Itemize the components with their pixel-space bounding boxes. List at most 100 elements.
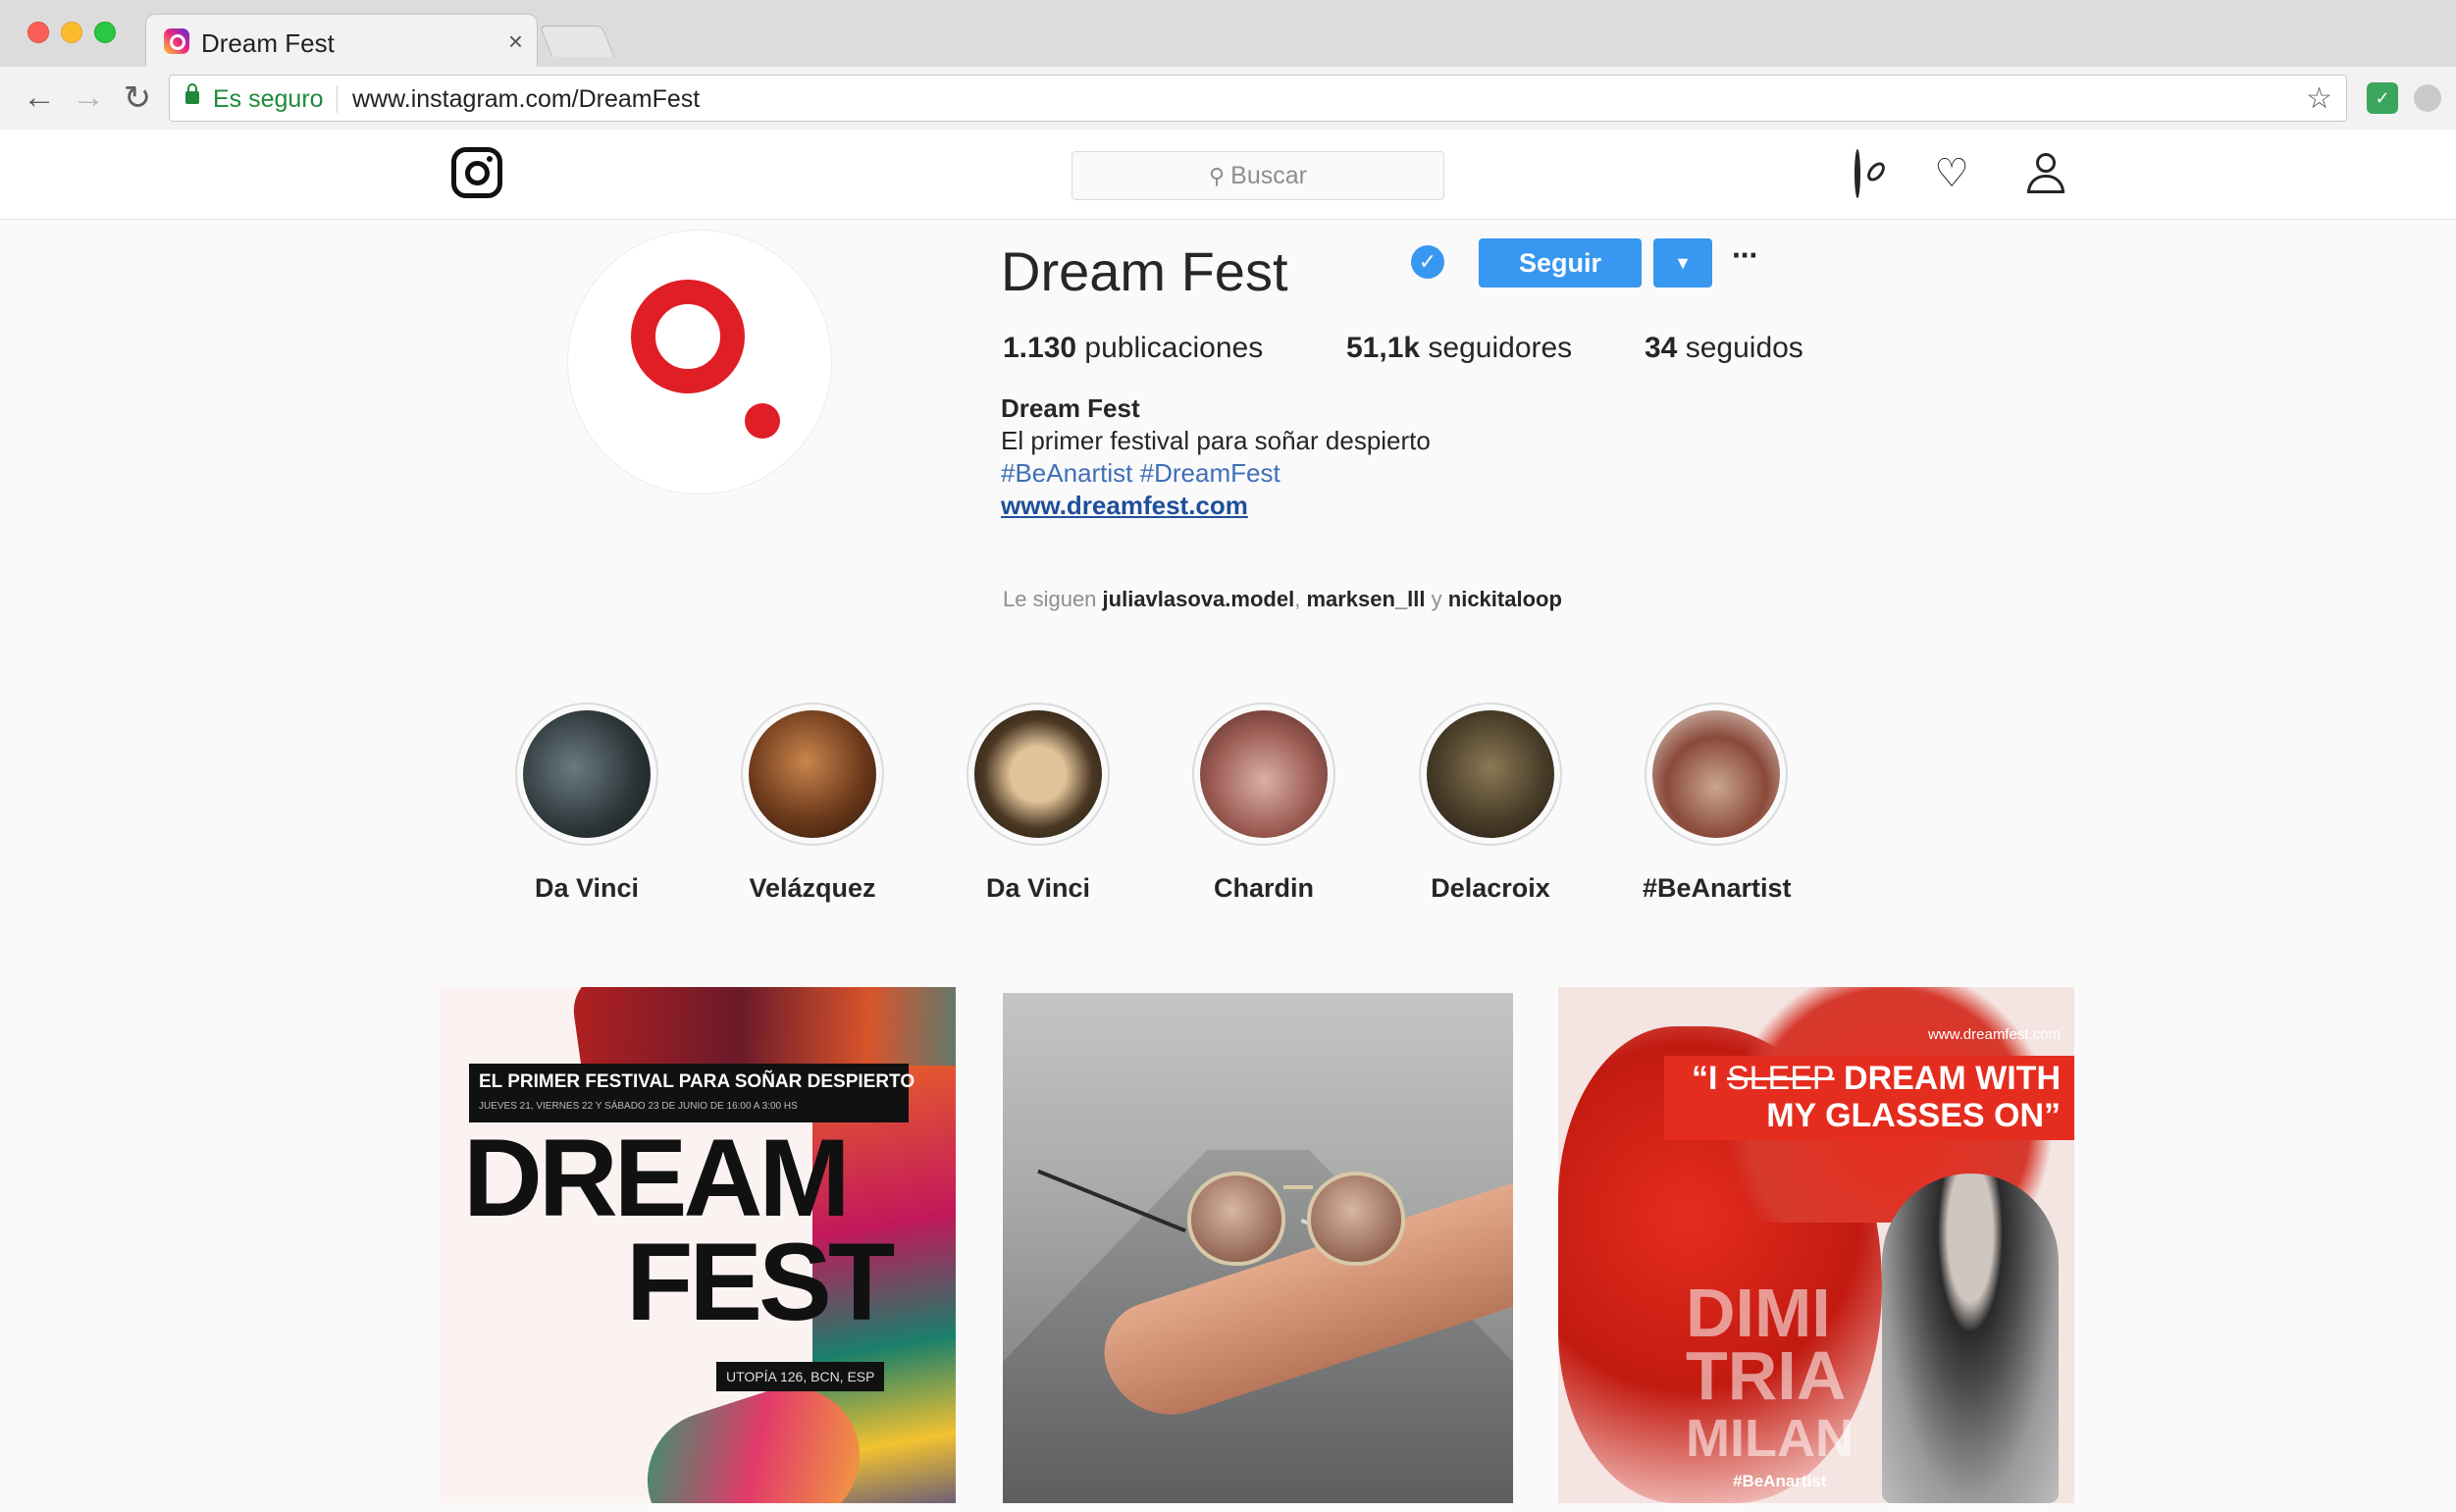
highlight-cover [974,710,1102,838]
highlight-cover [1652,710,1780,838]
story-highlight[interactable]: Chardin [1190,703,1337,904]
poster-hashtag: #BeAnartist [1733,1472,1827,1490]
post-thumbnail[interactable] [1003,993,1513,1503]
avatar[interactable] [567,230,832,495]
maximize-window-button[interactable] [94,22,116,43]
highlight-ring [515,703,658,846]
minimize-window-button[interactable] [61,22,82,43]
search-input[interactable]: ⚲ Buscar [1071,151,1444,200]
highlight-ring [967,703,1110,846]
follow-button[interactable]: Seguir [1479,238,1642,287]
extension-icon[interactable]: ✓ [2367,82,2398,114]
poster-url: www.dreamfest.com [1927,1026,2061,1043]
post-thumbnail[interactable]: www.dreamfest.com “I SLEEP DREAM WITH MY… [1558,987,2074,1503]
verified-badge-icon: ✓ [1411,245,1444,279]
sunglasses-lens [1307,1172,1405,1266]
arrow-left-icon[interactable]: ← [20,78,59,117]
story-highlight[interactable]: Da Vinci [513,703,660,904]
brand-logo-ring [631,280,745,393]
stat-following[interactable]: 34 seguidos [1645,332,1803,365]
poster-title-dream: DREAM [463,1117,851,1239]
address-bar[interactable]: Es seguro www.instagram.com/DreamFest ☆ [169,75,2347,122]
tab-close-icon[interactable]: × [508,26,523,57]
stat-followers[interactable]: 51,1k seguidores [1346,332,1572,365]
brand-logo-dot [745,403,780,439]
poster-banner-title: EL PRIMER FESTIVAL PARA SOÑAR DESPIERTO [479,1071,915,1092]
highlight-label: Chardin [1213,873,1314,903]
instagram-favicon-icon [164,28,189,54]
close-window-button[interactable] [27,22,49,43]
bio-text: El primer festival para soñar despierto [1001,426,1431,455]
highlight-cover [1427,710,1554,838]
bio-name: Dream Fest [1001,393,1140,423]
following-count: 34 [1645,332,1678,364]
highlight-label: #BeAnartist [1643,873,1792,903]
bio-website-link[interactable]: www.dreamfest.com [1001,490,1431,522]
instagram-page: ⚲ Buscar ♡ Dream Fest ✓ Seguir ▼ ··· 1.13… [0,130,2456,1512]
browser-toolbar: ← → ↻ Es seguro www.instagram.com/DreamF… [0,67,2456,130]
follower-link[interactable]: nickitaloop [1448,587,1562,611]
user-icon[interactable] [2023,151,2068,196]
search-icon: ⚲ [1209,164,1226,188]
follower-link[interactable]: marksen_lll [1306,587,1425,611]
poster-banner: EL PRIMER FESTIVAL PARA SOÑAR DESPIERTO … [469,1064,914,1122]
profile-bio: Dream Fest El primer festival para soñar… [1001,392,1431,522]
story-highlight[interactable]: Velázquez [739,703,886,904]
poster-banner-subtitle: JUEVES 21, VIERNES 22 Y SÁBADO 23 DE JUN… [479,1101,798,1112]
instagram-logo-icon[interactable] [451,147,502,198]
follower-link[interactable]: juliavlasova.model [1103,587,1295,611]
highlight-cover [749,710,876,838]
extension-2-icon[interactable] [2414,84,2441,112]
star-icon[interactable]: ☆ [2306,81,2332,116]
browser-tab[interactable]: Dream Fest × [145,14,538,67]
url-text[interactable]: www.instagram.com/DreamFest [352,85,700,114]
highlight-label: Velázquez [749,873,876,903]
browser-chrome: Dream Fest × ← → ↻ Es seguro www.instagr… [0,0,2456,130]
posts-label: publicaciones [1084,332,1264,364]
poster-title-fest: FEST [626,1221,895,1343]
story-highlight[interactable]: Da Vinci [965,703,1112,904]
heart-icon[interactable]: ♡ [1929,151,1974,196]
followed-by: Le siguen juliavlasova.model, marksen_ll… [1003,587,1562,611]
highlight-label: Da Vinci [985,873,1091,903]
highlight-cover [1200,710,1328,838]
tab-title: Dream Fest [201,28,335,58]
followers-count: 51,1k [1346,332,1421,364]
poster-quote-strike: SLEEP [1726,1060,1835,1097]
story-highlight[interactable]: Delacroix [1417,703,1564,904]
ig-header: ⚲ Buscar ♡ [0,130,2456,220]
stat-posts: 1.130 publicaciones [1003,332,1263,365]
highlight-ring [741,703,884,846]
profile-username: Dream Fest [1001,240,1288,302]
story-highlight[interactable]: #BeAnartist [1643,703,1792,904]
chevron-down-icon[interactable]: ▼ [1653,238,1712,287]
bio-hashtags[interactable]: #BeAnartist #DreamFest [1001,457,1431,490]
more-options-button[interactable]: ··· [1732,237,1759,274]
highlight-label: Da Vinci [534,873,640,903]
arrow-right-icon[interactable]: → [69,78,108,117]
sunglasses-lens [1187,1172,1285,1266]
post-thumbnail[interactable]: EL PRIMER FESTIVAL PARA SOÑAR DESPIERTO … [440,987,956,1503]
followed-by-prefix: Le siguen [1003,587,1097,611]
lock-icon [185,83,199,104]
highlight-ring [1192,703,1335,846]
posts-count: 1.130 [1003,332,1077,364]
highlight-cover [523,710,651,838]
omnibox-divider [337,85,338,113]
search-placeholder: Buscar [1230,162,1307,189]
reload-icon[interactable]: ↻ [118,78,157,118]
poster-model-name: DIMI TRIA MILAN [1686,1275,1854,1468]
followers-label: seguidores [1428,332,1573,364]
following-label: seguidos [1685,332,1803,364]
highlight-ring [1645,703,1788,846]
sunglasses-bridge [1283,1185,1313,1189]
new-tab-button[interactable] [539,26,615,57]
model-photo [1882,1173,2059,1503]
compass-icon[interactable] [1835,149,1880,198]
poster-quote: “I SLEEP DREAM WITH MY GLASSES ON” [1664,1056,2074,1140]
followed-by-joiner: y [1431,587,1442,611]
secure-label: Es seguro [213,85,324,113]
poster-address: UTOPÍA 126, BCN, ESP [716,1362,885,1391]
highlight-ring [1419,703,1562,846]
highlight-label: Delacroix [1431,873,1550,903]
